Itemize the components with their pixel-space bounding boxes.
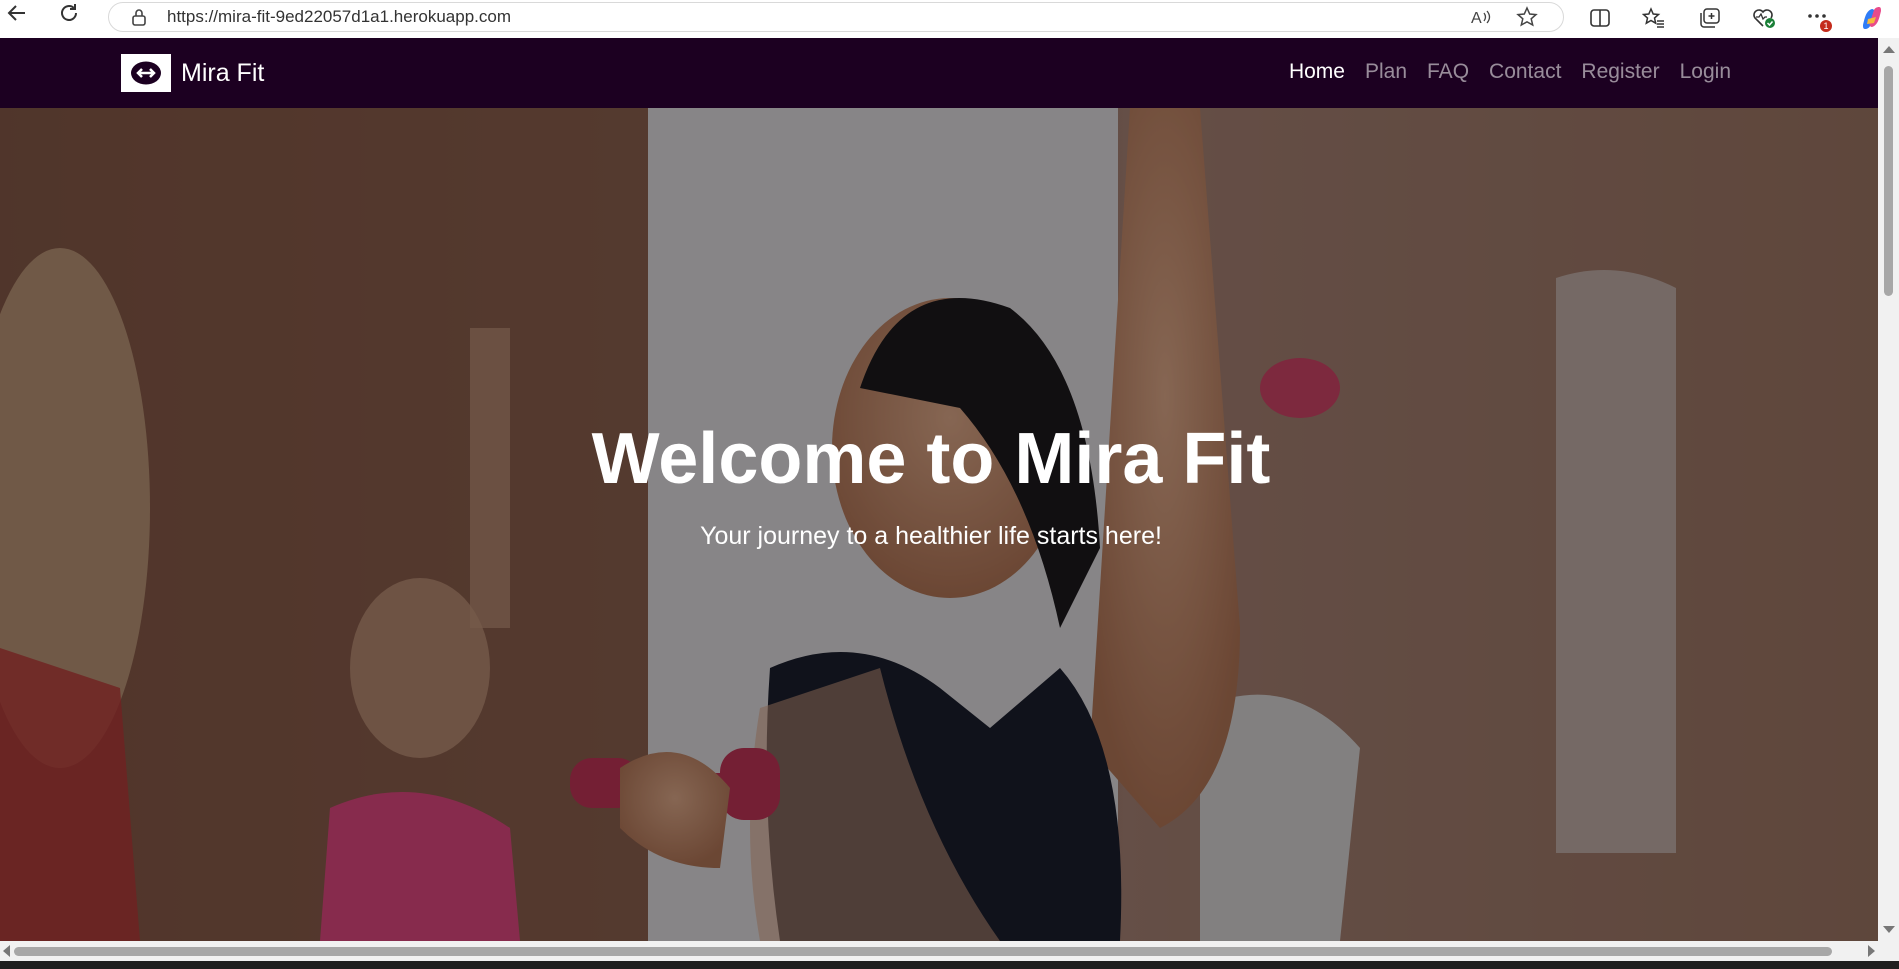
copilot-icon[interactable] xyxy=(1858,4,1886,32)
scroll-up-icon[interactable] xyxy=(1883,46,1895,53)
brand[interactable]: Mira Fit xyxy=(121,54,264,92)
nav-links: Home Plan FAQ Contact Register Login xyxy=(1269,60,1731,84)
nav-link-faq[interactable]: FAQ xyxy=(1427,60,1469,84)
nav-link-contact[interactable]: Contact xyxy=(1489,60,1561,84)
vertical-scrollbar[interactable] xyxy=(1878,38,1899,941)
site-navbar: Mira Fit Home Plan FAQ Contact Register … xyxy=(0,38,1878,108)
horizontal-scrollbar[interactable] xyxy=(0,941,1878,961)
url-text[interactable]: https://mira-fit-9ed22057d1a1.herokuapp.… xyxy=(167,7,511,27)
scroll-right-icon[interactable] xyxy=(1868,945,1875,957)
lock-icon[interactable] xyxy=(131,8,147,31)
taskbar-edge xyxy=(0,961,1899,969)
notification-badge: 1 xyxy=(1820,20,1832,32)
hero-subtitle: Your journey to a healthier life starts … xyxy=(700,522,1162,550)
dumbbell-logo-icon[interactable] xyxy=(121,54,171,92)
scrollbar-corner xyxy=(1878,941,1899,961)
read-aloud-icon[interactable]: A xyxy=(1467,3,1495,31)
favorites-icon[interactable] xyxy=(1640,4,1668,32)
brand-name[interactable]: Mira Fit xyxy=(181,59,264,88)
browser-toolbar: https://mira-fit-9ed22057d1a1.herokuapp.… xyxy=(0,0,1899,38)
horizontal-scroll-thumb[interactable] xyxy=(14,947,1832,956)
scroll-left-icon[interactable] xyxy=(3,945,10,957)
refresh-icon[interactable] xyxy=(54,0,84,28)
hero-content: Welcome to Mira Fit Your journey to a he… xyxy=(0,418,1862,551)
star-icon[interactable] xyxy=(1513,3,1541,31)
hero-title: Welcome to Mira Fit xyxy=(591,419,1271,499)
address-bar[interactable]: https://mira-fit-9ed22057d1a1.herokuapp.… xyxy=(108,2,1564,32)
nav-link-login[interactable]: Login xyxy=(1680,60,1731,84)
collections-icon[interactable] xyxy=(1696,4,1724,32)
split-screen-icon[interactable] xyxy=(1586,4,1614,32)
vertical-scroll-thumb[interactable] xyxy=(1884,66,1893,296)
nav-link-plan[interactable]: Plan xyxy=(1365,60,1407,84)
hero-section: Welcome to Mira Fit Your journey to a he… xyxy=(0,108,1878,941)
more-icon[interactable]: 1 xyxy=(1804,4,1832,32)
back-arrow-icon[interactable] xyxy=(2,0,32,28)
browser-essentials-icon[interactable] xyxy=(1750,4,1778,32)
nav-link-home[interactable]: Home xyxy=(1289,60,1345,84)
svg-text:A: A xyxy=(1471,10,1482,27)
nav-link-register[interactable]: Register xyxy=(1581,60,1659,84)
scroll-down-icon[interactable] xyxy=(1883,926,1895,933)
